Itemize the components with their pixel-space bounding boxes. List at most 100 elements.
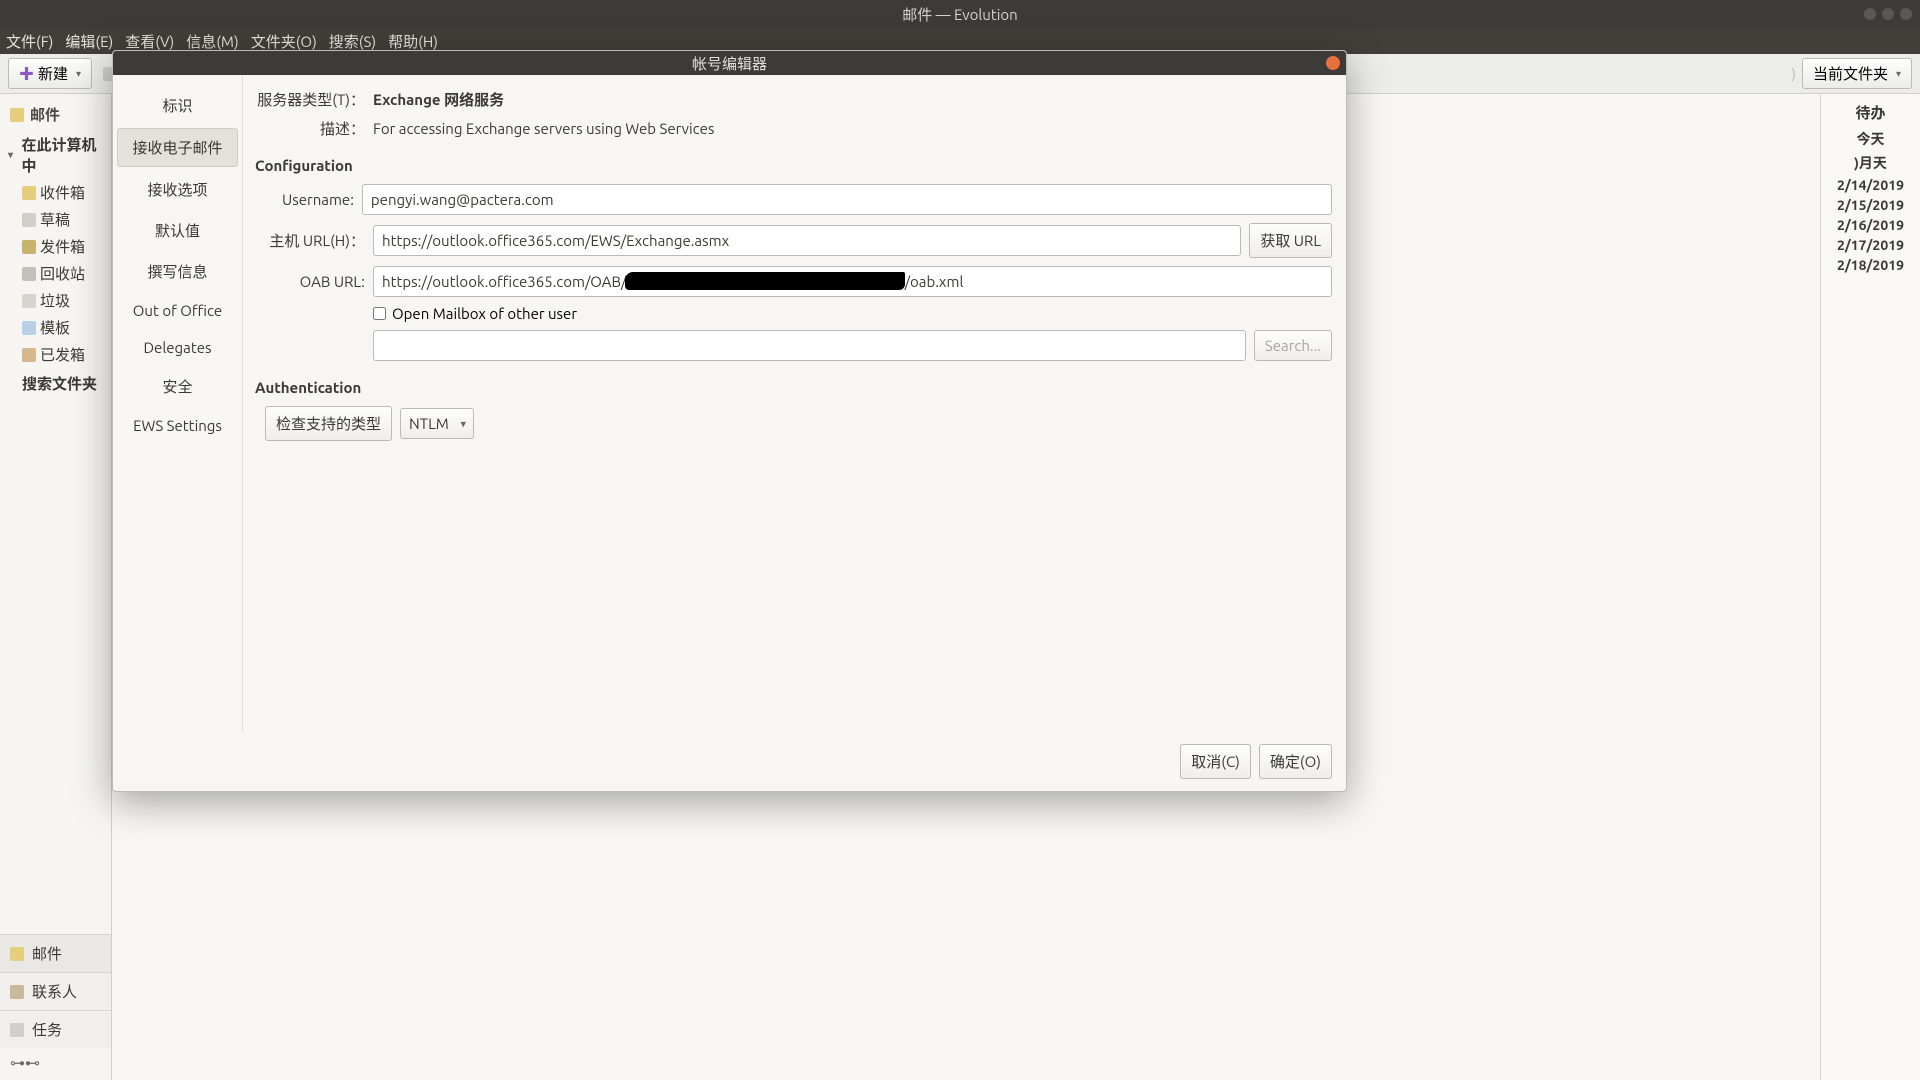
switcher-tasks[interactable]: 任务	[0, 1010, 111, 1048]
nav-delegates[interactable]: Delegates	[117, 331, 238, 364]
account-editor-dialog: 帐号编辑器 标识 接收电子邮件 接收选项 默认值 撰写信息 Out of Off…	[112, 50, 1347, 792]
folder-junk[interactable]: 垃圾	[2, 287, 111, 314]
menu-edit[interactable]: 编辑(E)	[65, 31, 113, 52]
dialog-title: 帐号编辑器	[692, 53, 767, 74]
fetch-url-button[interactable]: 获取 URL	[1249, 223, 1332, 258]
menu-message[interactable]: 信息(M)	[186, 31, 239, 52]
switcher-mail-label: 邮件	[32, 943, 62, 964]
mail-sidebar: 邮件 ▾ 在此计算机中 收件箱 草稿 发件箱 回收站 垃圾 模板 已发箱 搜索文件…	[0, 94, 112, 1080]
switcher-mail[interactable]: 邮件	[0, 934, 111, 972]
dialog-footer: 取消(C) 确定(O)	[113, 732, 1346, 791]
envelope-icon	[10, 108, 24, 122]
envelope-icon	[10, 947, 24, 961]
nav-out-of-office[interactable]: Out of Office	[117, 294, 238, 327]
username-input[interactable]	[362, 184, 1332, 215]
switcher-contacts-label: 联系人	[32, 981, 77, 1002]
folder-sent[interactable]: 已发箱	[2, 341, 111, 368]
folder-local-label: 在此计算机中	[22, 134, 108, 176]
authentication-heading: Authentication	[255, 379, 1332, 396]
folder-drafts[interactable]: 草稿	[2, 206, 111, 233]
date-entry: 2/18/2019	[1825, 257, 1916, 273]
dialog-content: 服务器类型(T)： Exchange 网络服务 描述： For accessin…	[243, 75, 1346, 732]
todo-header: 待办	[1825, 102, 1916, 123]
host-url-input[interactable]	[373, 225, 1241, 256]
window-controls	[1864, 8, 1912, 20]
other-user-input[interactable]	[373, 330, 1246, 361]
folder-local[interactable]: ▾ 在此计算机中	[2, 131, 111, 179]
folder-recycle[interactable]: 回收站	[2, 260, 111, 287]
folder-recycle-label: 回收站	[40, 263, 85, 284]
nav-receiving-mail[interactable]: 接收电子邮件	[117, 128, 238, 167]
folder-drafts-label: 草稿	[40, 209, 70, 230]
date-entry: 2/16/2019	[1825, 217, 1916, 233]
chevron-down-icon: ▾	[76, 68, 81, 80]
sidebar-header-label: 邮件	[30, 104, 60, 125]
nav-defaults[interactable]: 默认值	[117, 212, 238, 249]
server-type-label: 服务器类型(T)：	[255, 89, 365, 110]
folder-outbox[interactable]: 发件箱	[2, 233, 111, 260]
redaction-mark	[625, 272, 905, 290]
close-icon[interactable]	[1900, 8, 1912, 20]
tree-expand-icon: ▾	[8, 149, 18, 161]
minimize-icon[interactable]	[1864, 8, 1876, 20]
sidebar-header: 邮件	[0, 94, 111, 131]
tasks-icon	[10, 1023, 24, 1037]
today-heading: 今天	[1825, 129, 1916, 149]
menu-view[interactable]: 查看(V)	[125, 31, 174, 52]
folder-sent-label: 已发箱	[40, 344, 85, 365]
folder-inbox[interactable]: 收件箱	[2, 179, 111, 206]
open-other-user-checkbox[interactable]	[373, 307, 386, 320]
nav-receiving-opts[interactable]: 接收选项	[117, 171, 238, 208]
dialog-titlebar: 帐号编辑器	[113, 51, 1346, 75]
switcher-more[interactable]: ⊶⊷	[0, 1048, 111, 1080]
nav-ews-settings[interactable]: EWS Settings	[117, 409, 238, 442]
auth-type-select[interactable]: NTLM	[400, 408, 474, 439]
date-entry: 2/17/2019	[1825, 237, 1916, 253]
plus-icon: ✚	[19, 63, 34, 84]
main-titlebar: 邮件 — Evolution	[0, 0, 1920, 28]
new-button[interactable]: ✚ 新建 ▾	[8, 58, 92, 89]
tomorrow-heading: )月天	[1825, 153, 1916, 173]
draft-icon	[22, 213, 36, 227]
contacts-icon	[10, 985, 24, 999]
folder-tree: ▾ 在此计算机中 收件箱 草稿 发件箱 回收站 垃圾 模板 已发箱 搜索文件夹	[0, 131, 111, 934]
host-url-label: 主机 URL(H)：	[255, 230, 365, 251]
description-label: 描述：	[255, 118, 365, 139]
nav-identity[interactable]: 标识	[117, 87, 238, 124]
current-folder-button[interactable]: 当前文件夹 ▾	[1802, 58, 1912, 89]
folder-templates[interactable]: 模板	[2, 314, 111, 341]
dialog-nav: 标识 接收电子邮件 接收选项 默认值 撰写信息 Out of Office De…	[113, 75, 243, 732]
ok-button[interactable]: 确定(O)	[1259, 744, 1332, 779]
app-title: 邮件 — Evolution	[902, 4, 1018, 25]
nav-security[interactable]: 安全	[117, 368, 238, 405]
recycle-icon	[22, 267, 36, 281]
menu-file[interactable]: 文件(F)	[6, 31, 53, 52]
username-label: Username:	[255, 191, 354, 208]
switcher-contacts[interactable]: 联系人	[0, 972, 111, 1010]
cancel-button[interactable]: 取消(C)	[1180, 744, 1251, 779]
menu-folder[interactable]: 文件夹(O)	[251, 31, 317, 52]
nav-composing[interactable]: 撰写信息	[117, 253, 238, 290]
current-folder-label: 当前文件夹	[1813, 63, 1888, 84]
folder-junk-label: 垃圾	[40, 290, 70, 311]
toolbar-right-placeholder: )	[1791, 65, 1796, 82]
configuration-heading: Configuration	[255, 157, 1332, 174]
description-value: For accessing Exchange servers using Web…	[373, 120, 1332, 137]
dialog-close-icon[interactable]	[1326, 56, 1340, 70]
maximize-icon[interactable]	[1882, 8, 1894, 20]
date-entry: 2/14/2019	[1825, 177, 1916, 193]
check-supported-types-button[interactable]: 检查支持的类型	[265, 406, 392, 441]
server-type-value: Exchange 网络服务	[373, 89, 1332, 110]
folder-search-root[interactable]: 搜索文件夹	[2, 370, 111, 397]
folder-search-label: 搜索文件夹	[22, 373, 97, 394]
outbox-icon	[22, 240, 36, 254]
switcher-tasks-label: 任务	[32, 1019, 62, 1040]
oab-url-label: OAB URL:	[255, 273, 365, 290]
folder-inbox-label: 收件箱	[40, 182, 85, 203]
search-user-button[interactable]: Search...	[1254, 330, 1332, 361]
inbox-icon	[22, 186, 36, 200]
folder-outbox-label: 发件箱	[40, 236, 85, 257]
menu-search[interactable]: 搜索(S)	[329, 31, 376, 52]
chevron-down-icon: ▾	[1896, 68, 1901, 80]
menu-help[interactable]: 帮助(H)	[388, 31, 438, 52]
